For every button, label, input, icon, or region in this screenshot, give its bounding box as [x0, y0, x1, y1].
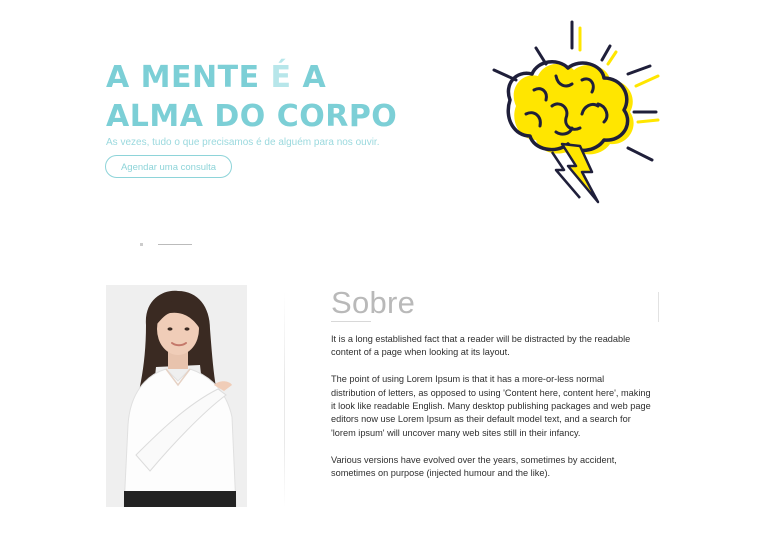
- about-title: Sobre: [331, 285, 416, 320]
- hero-title-text: A MENTE: [106, 60, 271, 95]
- about-title-underline: [331, 321, 371, 322]
- woman-pointing-photo: [106, 285, 247, 507]
- about-body: It is a long established fact that a rea…: [331, 333, 651, 494]
- hero-title-text-end: A: [291, 60, 327, 95]
- vertical-separator: [284, 292, 285, 508]
- schedule-consultation-button[interactable]: Agendar uma consulta: [105, 155, 232, 178]
- hero-title-line-1: A MENTE É A: [106, 58, 397, 97]
- about-paragraph-3: Various versions have evolved over the y…: [331, 454, 617, 479]
- portrait-illustration: [106, 285, 247, 507]
- section-divider: [158, 244, 192, 245]
- divider-dot: [140, 243, 143, 246]
- vertical-separator-right: [658, 292, 659, 322]
- hero-title-accent: É: [270, 60, 292, 95]
- about-paragraph-2: The point of using Lorem Ipsum is that i…: [331, 374, 651, 438]
- hero-title-line-2: ALMA DO CORPO: [106, 99, 398, 134]
- hero-title: A MENTE É A ALMA DO CORPO: [106, 58, 397, 136]
- about-paragraph-1: It is a long established fact that a rea…: [331, 334, 631, 358]
- brain-lightning-icon: [492, 20, 660, 204]
- hero-subtitle: As vezes, tudo o que precisamos é de alg…: [106, 137, 380, 148]
